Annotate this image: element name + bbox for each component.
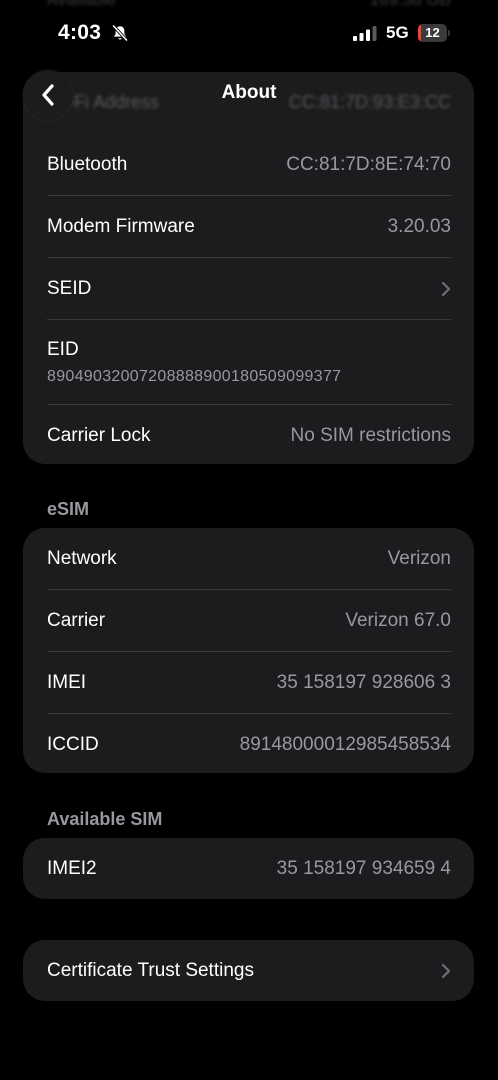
carrier-label: Carrier [47, 609, 106, 631]
network-type-label: 5G [386, 23, 409, 42]
esim-section-header: eSIM [47, 499, 90, 519]
status-time: 4:03 [58, 21, 102, 44]
imei-value[interactable]: 35 158197 928606 3 [277, 672, 451, 694]
carrier-lock-row: Carrier Lock No SIM restrictions [47, 405, 451, 464]
esim-card: Network Verizon Carrier Verizon 67.0 IME… [23, 528, 474, 773]
imei2-row: IMEI2 35 158197 934659 4 [47, 838, 451, 899]
modem-firmware-value: 3.20.03 [387, 215, 451, 237]
certificate-trust-settings-label: Certificate Trust Settings [47, 959, 254, 981]
network-row: Network Verizon [47, 528, 451, 590]
iccid-label: ICCID [47, 733, 99, 755]
scrolled-row-peek: Available 169.58 GB [47, 0, 451, 9]
battery-level: 12 [425, 25, 440, 40]
imei2-value[interactable]: 35 158197 934659 4 [277, 858, 451, 880]
scrolled-row-label: Available [47, 0, 116, 9]
battery-indicator: 12 [418, 24, 450, 42]
seid-row[interactable]: SEID [47, 258, 451, 320]
bluetooth-label: Bluetooth [47, 153, 128, 175]
available-sim-section-header: Available SIM [47, 809, 163, 829]
carrier-lock-label: Carrier Lock [47, 424, 151, 446]
network-label: Network [47, 547, 117, 569]
imei2-label: IMEI2 [47, 857, 97, 879]
carrier-lock-value: No SIM restrictions [290, 424, 451, 446]
status-bar: Available 169.58 GB 4:03 5G 12 [0, 0, 498, 68]
bluetooth-value: CC:81:7D:8E:74:70 [286, 153, 451, 175]
eid-row[interactable]: EID 89049032007208888900180509099377 [47, 320, 451, 405]
navigation-bar: Wi-Fi Address CC:81:7D:93:E3:CC About [0, 68, 498, 124]
network-value: Verizon [387, 547, 451, 569]
modem-firmware-label: Modem Firmware [47, 215, 195, 237]
available-sim-card: IMEI2 35 158197 934659 4 [23, 838, 474, 899]
bluetooth-row: Bluetooth CC:81:7D:8E:74:70 [47, 134, 451, 196]
cellular-signal-icon [353, 26, 377, 41]
iccid-row: ICCID 89148000012985458534 [47, 714, 451, 773]
seid-label: SEID [47, 277, 92, 299]
scrolled-row-value: 169.58 GB [370, 0, 451, 9]
modem-firmware-row: Modem Firmware 3.20.03 [47, 196, 451, 258]
certificate-trust-settings-row[interactable]: Certificate Trust Settings [47, 940, 451, 1001]
iccid-value[interactable]: 89148000012985458534 [240, 734, 451, 756]
bell-slash-icon [112, 24, 128, 42]
chevron-right-icon [441, 963, 451, 978]
chevron-right-icon [441, 281, 451, 296]
device-info-card: Bluetooth CC:81:7D:8E:74:70 Modem Firmwa… [23, 72, 474, 464]
carrier-row: Carrier Verizon 67.0 [47, 590, 451, 652]
carrier-value: Verizon 67.0 [345, 609, 451, 631]
imei-label: IMEI [47, 671, 87, 693]
certificate-trust-card: Certificate Trust Settings [23, 940, 474, 1001]
imei-row: IMEI 35 158197 928606 3 [47, 652, 451, 714]
eid-value[interactable]: 89049032007208888900180509099377 [47, 368, 341, 386]
eid-label: EID [47, 338, 79, 360]
page-title: About [221, 82, 277, 103]
